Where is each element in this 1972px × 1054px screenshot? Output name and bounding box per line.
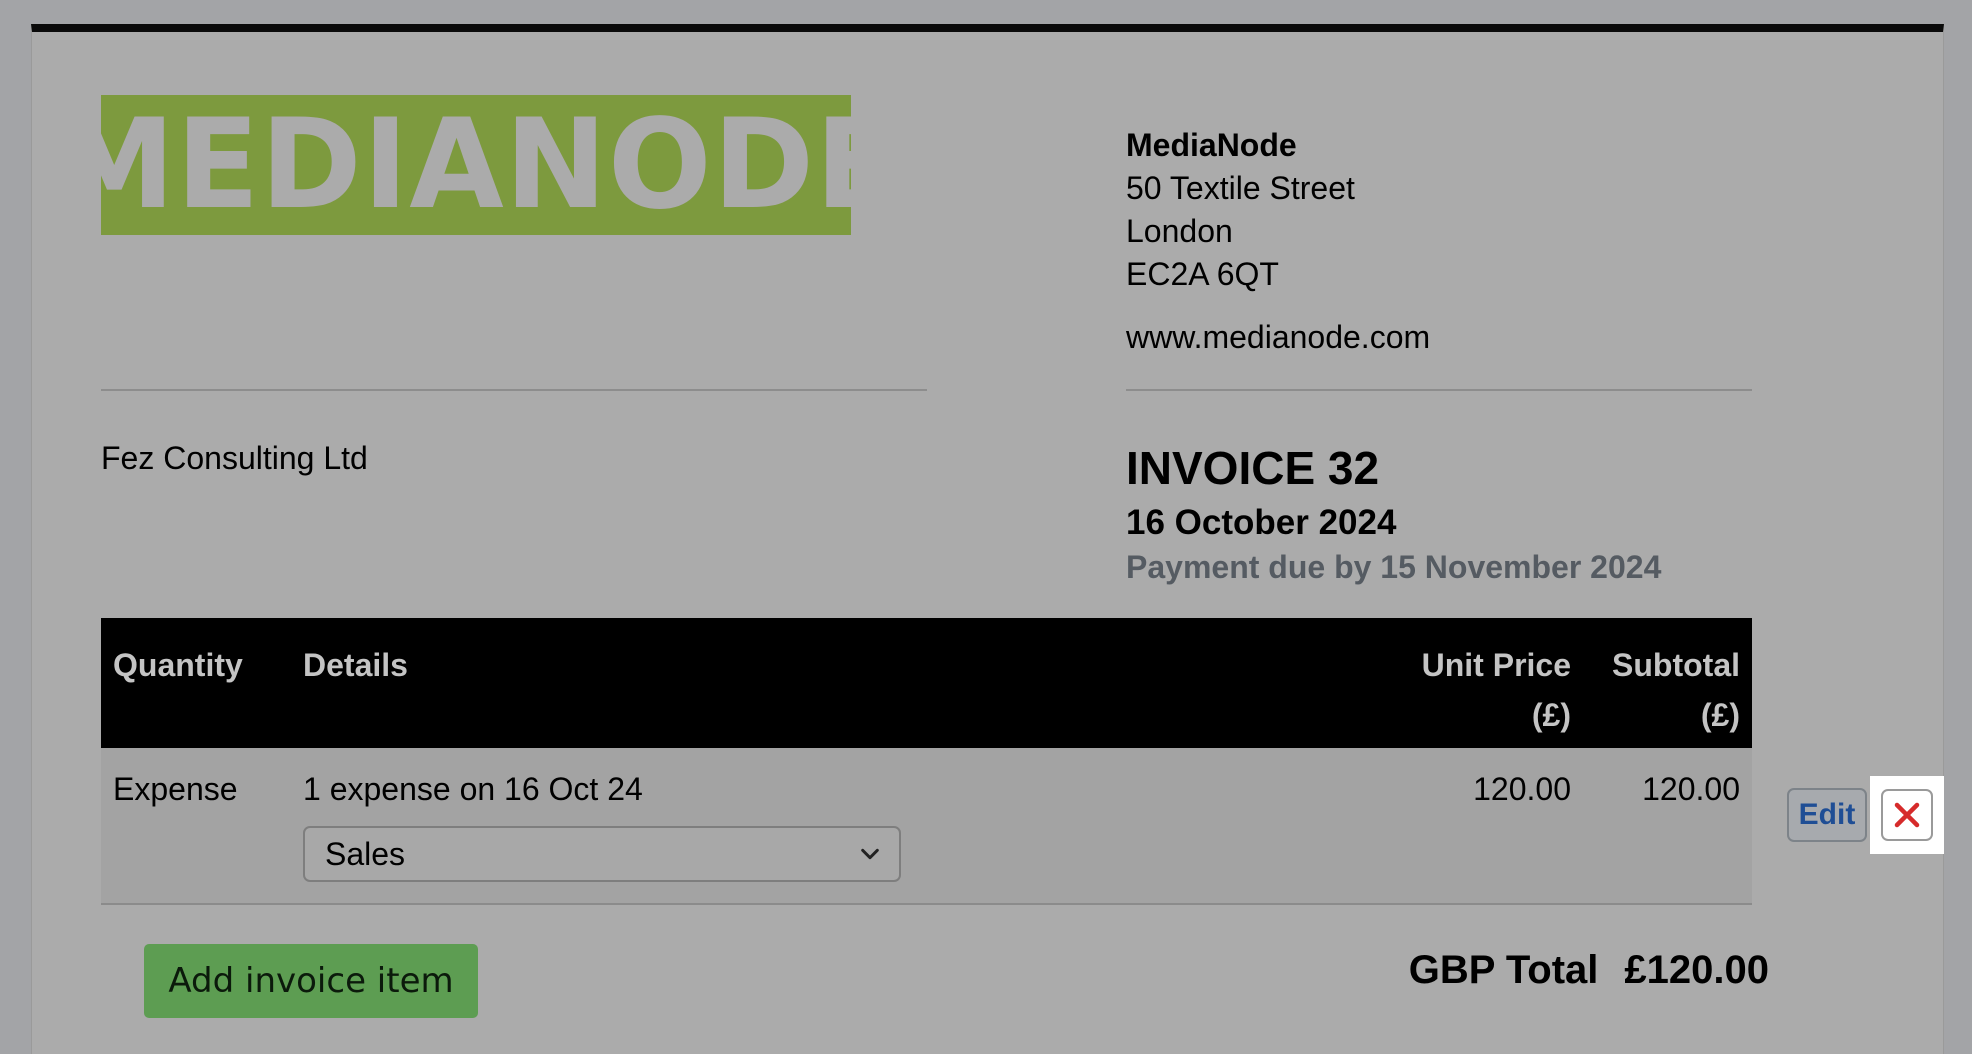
close-icon [1894, 802, 1920, 828]
chevron-down-icon [861, 848, 879, 860]
invoice-title: INVOICE 32 [1126, 442, 1380, 494]
total-label: GBP Total [1408, 948, 1599, 992]
row-quantity: Expense [113, 771, 238, 807]
address-line-3: EC2A 6QT [1126, 256, 1279, 292]
header-subtotal-label: Subtotal [1612, 647, 1740, 683]
address-line-1: 50 Textile Street [1126, 170, 1355, 206]
add-invoice-item-button[interactable]: Add invoice item [144, 944, 478, 1018]
header-quantity: Quantity [113, 647, 243, 683]
row-details: 1 expense on 16 Oct 24 [303, 771, 643, 807]
logo-wordmark: MEDIANODE [101, 95, 851, 235]
client-name: Fez Consulting Ltd [101, 440, 368, 476]
header-details: Details [303, 647, 408, 683]
header-subtotal: Subtotal (£) [1583, 618, 1752, 748]
category-select-value: Sales [325, 836, 406, 872]
header-unit-price-unit: (£) [1531, 697, 1571, 733]
invoice-header: INVOICE 32 16 October 2024 Payment due b… [1126, 440, 1661, 588]
row-subtotal: 120.00 [1642, 771, 1740, 807]
row-unit-price: 120.00 [1473, 771, 1571, 807]
invoice-date: 16 October 2024 [1126, 503, 1397, 542]
divider-left [101, 389, 927, 391]
table-header-row: Quantity Details Unit Price (£) Subtotal… [101, 618, 1752, 748]
row-details-cell: 1 expense on 16 Oct 24 Sales [291, 748, 1399, 904]
delete-item-highlight [1870, 776, 1944, 854]
divider-right [1126, 389, 1752, 391]
table-row: Expense 1 expense on 16 Oct 24 Sales 120… [101, 748, 1752, 904]
company-name: MediaNode [1126, 127, 1297, 163]
company-website: www.medianode.com [1126, 319, 1431, 355]
payment-due: Payment due by 15 November 2024 [1126, 549, 1662, 585]
header-unit-price-label: Unit Price [1421, 647, 1571, 683]
total-row: GBP Total £120.00 [1409, 944, 1769, 996]
header-unit-price: Unit Price (£) [1399, 618, 1583, 748]
total-value: £120.00 [1624, 948, 1769, 992]
address-line-2: London [1126, 213, 1233, 249]
category-select[interactable]: Sales [303, 826, 901, 882]
company-address-block: MediaNode 50 Textile Street London EC2A … [1126, 124, 1430, 359]
edit-item-button[interactable]: Edit [1787, 788, 1867, 842]
company-logo: MEDIANODE [101, 95, 851, 235]
header-subtotal-unit: (£) [1700, 697, 1740, 733]
delete-item-button[interactable] [1881, 789, 1933, 841]
invoice-items-table: Quantity Details Unit Price (£) Subtotal… [101, 618, 1752, 905]
